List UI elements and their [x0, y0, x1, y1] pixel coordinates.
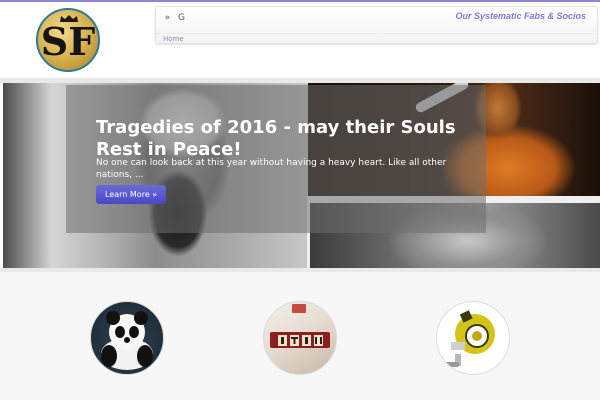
nav-home[interactable]: Home	[163, 35, 184, 43]
yellow-robot-image[interactable]	[436, 301, 510, 375]
scrabble-tiles-illustration	[270, 304, 330, 348]
learn-more-button[interactable]: Learn More »	[96, 185, 167, 204]
panda-image[interactable]	[90, 301, 164, 375]
logo-monogram: SF	[40, 19, 96, 64]
hero-title[interactable]: Tragedies of 2016 - may their Souls Rest…	[96, 117, 476, 161]
site-logo[interactable]: SF	[36, 8, 100, 72]
panda-illustration	[101, 311, 153, 370]
hero-slider: Tragedies of 2016 - may their Souls Rest…	[3, 83, 600, 268]
scrabble-tiles-image[interactable]	[263, 301, 337, 375]
hero-excerpt: No one can look back at this year withou…	[96, 158, 447, 180]
site-tagline: Our Systematic Fabs & Socios	[455, 11, 586, 21]
social-links: » G	[163, 13, 186, 24]
main-nav: Home	[156, 33, 597, 44]
top-accent-line	[0, 0, 600, 2]
robot-illustration	[445, 310, 495, 367]
google-icon[interactable]: G	[177, 13, 186, 24]
rss-icon[interactable]: »	[163, 13, 172, 24]
header-bar: » G Our Systematic Fabs & Socios Home	[155, 6, 598, 44]
